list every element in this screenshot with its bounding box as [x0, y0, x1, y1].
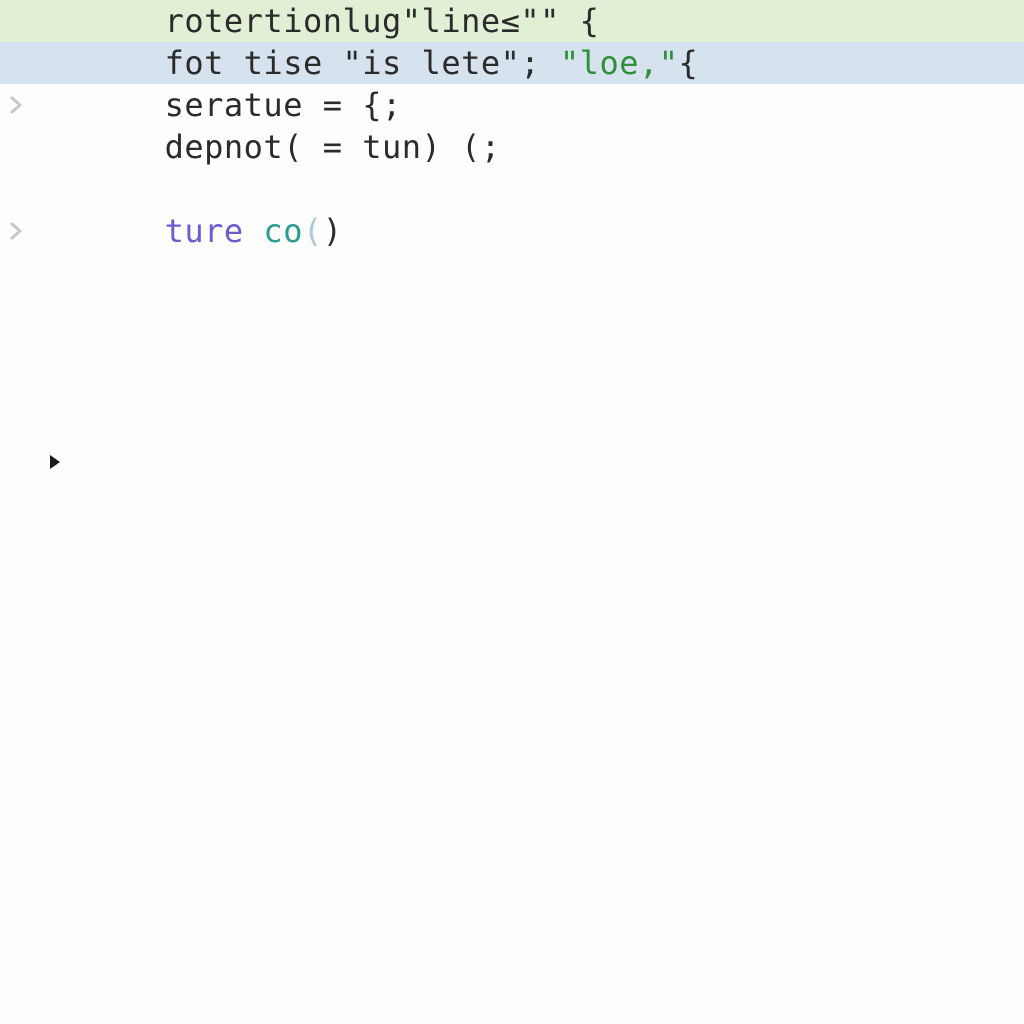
token-keyword: ture — [165, 212, 244, 250]
chevron-right-icon — [6, 95, 26, 115]
token-paren: ) — [323, 212, 343, 250]
token — [244, 212, 264, 250]
code-editor[interactable]: rotertionlug"line≤"" { fot tise "is lete… — [0, 0, 1024, 1024]
editor-blank-area[interactable] — [0, 252, 1024, 1024]
code-line-6[interactable]: ture co() — [0, 210, 1024, 252]
token-paren: ( — [303, 212, 323, 250]
token: { — [679, 44, 699, 82]
token-string: "loe," — [560, 44, 679, 82]
chevron-right-icon — [6, 221, 26, 241]
gutter-3[interactable] — [6, 95, 46, 115]
token: ; — [520, 44, 560, 82]
token-function: co — [263, 212, 303, 250]
gutter-6[interactable] — [6, 221, 46, 241]
triangle-right-icon — [49, 454, 61, 470]
token: depnot( = tun) (; — [165, 128, 501, 166]
